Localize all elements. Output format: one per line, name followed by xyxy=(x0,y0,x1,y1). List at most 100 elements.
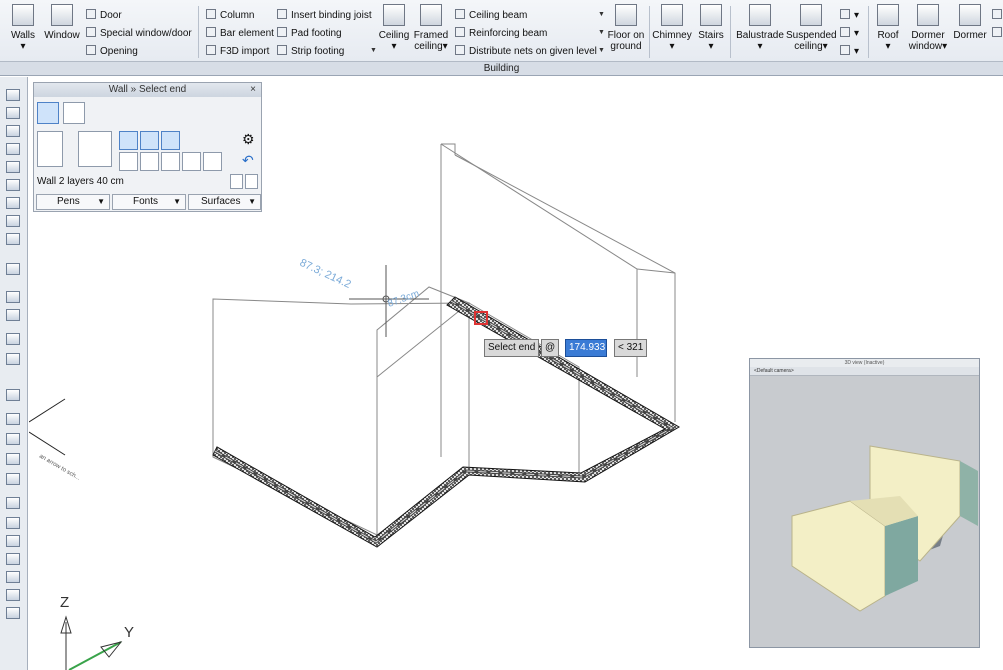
stairs-label: Stairs xyxy=(698,30,724,41)
measure-tool-icon[interactable] xyxy=(6,389,20,401)
dormer-window-button[interactable]: Dormer window▾ xyxy=(906,4,950,52)
surfaces-dropdown[interactable]: Surfaces ▼ xyxy=(188,194,261,210)
wall-layers-preview[interactable] xyxy=(37,131,63,167)
stairs-icon xyxy=(700,4,722,26)
walls-button[interactable]: Walls ▾ xyxy=(8,4,38,52)
framed-ceiling-button[interactable]: Framed ceiling▾ xyxy=(413,4,449,52)
undo-icon[interactable]: ↶ xyxy=(242,152,261,171)
ribbon: Walls ▾ Window Door Special window/door O… xyxy=(0,0,1003,76)
special-window-door-button[interactable]: Special window/door xyxy=(86,27,192,40)
pad-footing-button[interactable]: Pad footing xyxy=(277,27,342,40)
slope-line-icon[interactable] xyxy=(6,473,20,485)
camera-select[interactable]: <Default camera> xyxy=(754,368,794,374)
zoom-in-icon[interactable] xyxy=(6,291,20,303)
corner-tool-icon[interactable] xyxy=(6,233,20,245)
ceiling-button[interactable]: Ceiling ▾ xyxy=(377,4,411,52)
chimney-button[interactable]: Chimney ▾ xyxy=(652,4,692,52)
ceiling-label: Ceiling xyxy=(378,30,410,41)
suspended-ceiling-button[interactable]: Suspended ceiling▾ xyxy=(786,4,837,52)
grid-tool-icon[interactable] xyxy=(6,197,20,209)
floor-on-ground-button[interactable]: Floor on ground xyxy=(605,4,647,52)
angle-input[interactable]: < 321 xyxy=(614,339,648,357)
wall-type-library-icon[interactable] xyxy=(245,174,258,189)
frame-tool-icon[interactable] xyxy=(6,215,20,227)
distribute-nets-dropdown-icon[interactable]: ▼ xyxy=(598,47,605,54)
3d-view-window[interactable]: 3D view (Inactive) <Default camera> xyxy=(749,358,980,648)
door-button[interactable]: Door xyxy=(86,9,122,22)
line-tool-icon[interactable] xyxy=(6,517,20,529)
list-tool-icon[interactable] xyxy=(6,143,20,155)
align-center-button[interactable] xyxy=(140,131,159,150)
dormer-label: Dormer xyxy=(953,30,987,41)
roof-button[interactable]: Roof ▾ xyxy=(872,4,904,52)
insert-binding-joist-button[interactable]: Insert binding joist xyxy=(277,9,372,22)
vertical-line-icon[interactable] xyxy=(6,413,20,425)
wall-properties-button[interactable] xyxy=(78,131,112,167)
texture-tool-icon[interactable] xyxy=(6,179,20,191)
view-cube-icon[interactable] xyxy=(6,353,20,365)
horizontal-line-icon[interactable] xyxy=(6,433,20,445)
door-label: Door xyxy=(100,10,122,21)
small-tool-1[interactable]: ▾ xyxy=(840,9,859,22)
3d-render xyxy=(791,445,978,612)
bar-element-button[interactable]: Bar element xyxy=(206,27,274,40)
properties-tool-icon[interactable] xyxy=(6,125,20,137)
dormer-button[interactable]: Dormer xyxy=(952,4,988,41)
length-input[interactable]: 174.933 xyxy=(565,339,607,357)
overflow-tool-2[interactable] xyxy=(992,27,1002,40)
opening-button[interactable]: Opening xyxy=(86,45,138,58)
zoom-window-icon[interactable] xyxy=(6,309,20,321)
small-tool-3[interactable]: ▾ xyxy=(840,45,859,58)
draw-mode-1-button[interactable] xyxy=(119,152,138,171)
suspended-ceiling-label-1: Suspended xyxy=(786,30,837,41)
draw-mode-3-button[interactable] xyxy=(161,152,180,171)
strip-footing-dropdown-icon[interactable]: ▼ xyxy=(370,47,377,54)
select-tool-icon[interactable] xyxy=(6,89,20,101)
relative-toggle[interactable]: @ xyxy=(541,339,560,357)
stairs-button[interactable]: Stairs ▾ xyxy=(695,4,727,52)
small-tool-2[interactable]: ▾ xyxy=(840,27,859,40)
align-left-button[interactable] xyxy=(119,131,138,150)
ceiling-beam-dropdown-icon[interactable]: ▼ xyxy=(598,11,605,18)
ellipse-tool-icon[interactable] xyxy=(6,571,20,583)
layer-tool-icon[interactable] xyxy=(6,107,20,119)
reinforcing-beam-dropdown-icon[interactable]: ▼ xyxy=(598,29,605,36)
diagonal-line-icon[interactable] xyxy=(6,453,20,465)
point-tool-icon[interactable] xyxy=(6,497,20,509)
paint-tool-icon[interactable] xyxy=(6,161,20,173)
circle-tool-icon[interactable] xyxy=(6,535,20,547)
rectangle-tool-icon[interactable] xyxy=(6,589,20,601)
overflow-icon xyxy=(992,9,1002,19)
column-button[interactable]: Column xyxy=(206,9,254,22)
gear-icon[interactable]: ⚙ xyxy=(242,131,261,150)
balustrade-button[interactable]: Balustrade ▾ xyxy=(734,4,786,52)
draw-mode-2-button[interactable] xyxy=(140,152,159,171)
balustrade-icon xyxy=(749,4,771,26)
arc-tool-icon[interactable] xyxy=(6,553,20,565)
ceiling-icon xyxy=(383,4,405,26)
reinforcing-beam-button[interactable]: Reinforcing beam xyxy=(455,27,547,40)
fonts-dropdown[interactable]: Fonts ▼ xyxy=(112,194,186,210)
strip-footing-button[interactable]: Strip footing xyxy=(277,45,344,58)
wall-alt-mode-button[interactable] xyxy=(63,102,85,124)
align-right-button[interactable] xyxy=(161,131,180,150)
distribute-nets-button[interactable]: Distribute nets on given level xyxy=(455,45,597,58)
text-tool-icon[interactable] xyxy=(6,607,20,619)
pens-dropdown[interactable]: Pens ▼ xyxy=(36,194,110,210)
select-end-prompt: Select end xyxy=(484,339,540,357)
draw-mode-5-button[interactable] xyxy=(203,152,222,171)
refresh-tool-icon[interactable] xyxy=(6,263,20,275)
draw-mode-4-button[interactable] xyxy=(182,152,201,171)
surfaces-label: Surfaces xyxy=(201,196,241,207)
wall-mode-button[interactable] xyxy=(37,102,59,124)
overflow-tool-1[interactable] xyxy=(992,9,1002,22)
window-button[interactable]: Window xyxy=(42,4,82,41)
layer-order-icon[interactable] xyxy=(65,131,73,167)
special-window-door-label: Special window/door xyxy=(100,28,192,39)
ceiling-beam-button[interactable]: Ceiling beam xyxy=(455,9,527,22)
close-icon[interactable]: × xyxy=(250,83,256,97)
f3d-import-button[interactable]: F3D import xyxy=(206,45,269,58)
panel-title: Wall » Select end × xyxy=(34,83,261,97)
pan-tool-icon[interactable] xyxy=(6,333,20,345)
wall-type-picker-icon[interactable] xyxy=(230,174,243,189)
